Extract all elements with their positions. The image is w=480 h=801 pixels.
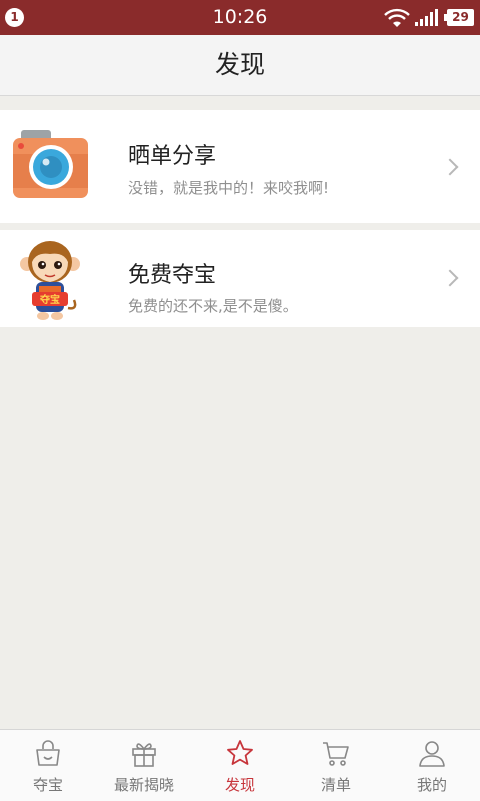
tab-label: 清单 [320, 776, 351, 794]
status-bar: 1 10:26 29 [0, 0, 480, 35]
mascot-banner-text: 夺宝 [39, 293, 60, 306]
star-icon [227, 740, 253, 765]
user-icon [419, 741, 445, 767]
camera-icon [13, 130, 88, 198]
item-subtitle: 免费的还不来,是不是傻。 [128, 297, 298, 315]
tab-latest[interactable]: 最新揭晓 [96, 730, 192, 801]
tab-list[interactable]: 清单 [288, 730, 384, 801]
tab-discover[interactable]: 发现 [192, 730, 288, 801]
bottom-tab-bar: 夺宝 最新揭晓 发现 清单 我的 [0, 729, 480, 801]
bag-icon [36, 740, 60, 766]
gift-icon [132, 743, 156, 767]
list-item-free-treasure[interactable]: 夺宝 免费夺宝 免费的还不来,是不是傻。 [0, 230, 480, 327]
list-item-share[interactable]: 晒单分享 没错，就是我中的！来咬我啊! [0, 110, 480, 223]
chevron-right-icon [441, 269, 459, 287]
tab-mine[interactable]: 我的 [384, 730, 480, 801]
item-subtitle: 没错，就是我中的！来咬我啊! [128, 179, 330, 197]
tab-treasure[interactable]: 夺宝 [0, 730, 96, 801]
wifi-icon [384, 8, 410, 27]
item-title: 免费夺宝 [128, 263, 217, 288]
page-title: 发现 [0, 35, 480, 96]
cart-icon [323, 742, 349, 766]
monkey-mascot-icon: 夺宝 [20, 241, 80, 320]
tab-label: 发现 [224, 776, 255, 794]
tab-label: 最新揭晓 [113, 776, 174, 794]
tab-label: 我的 [416, 776, 447, 794]
item-title: 晒单分享 [128, 144, 217, 169]
tab-label: 夺宝 [32, 776, 63, 794]
battery-icon: 29 [444, 9, 474, 26]
signal-icon [415, 9, 438, 26]
chevron-right-icon [441, 158, 459, 176]
